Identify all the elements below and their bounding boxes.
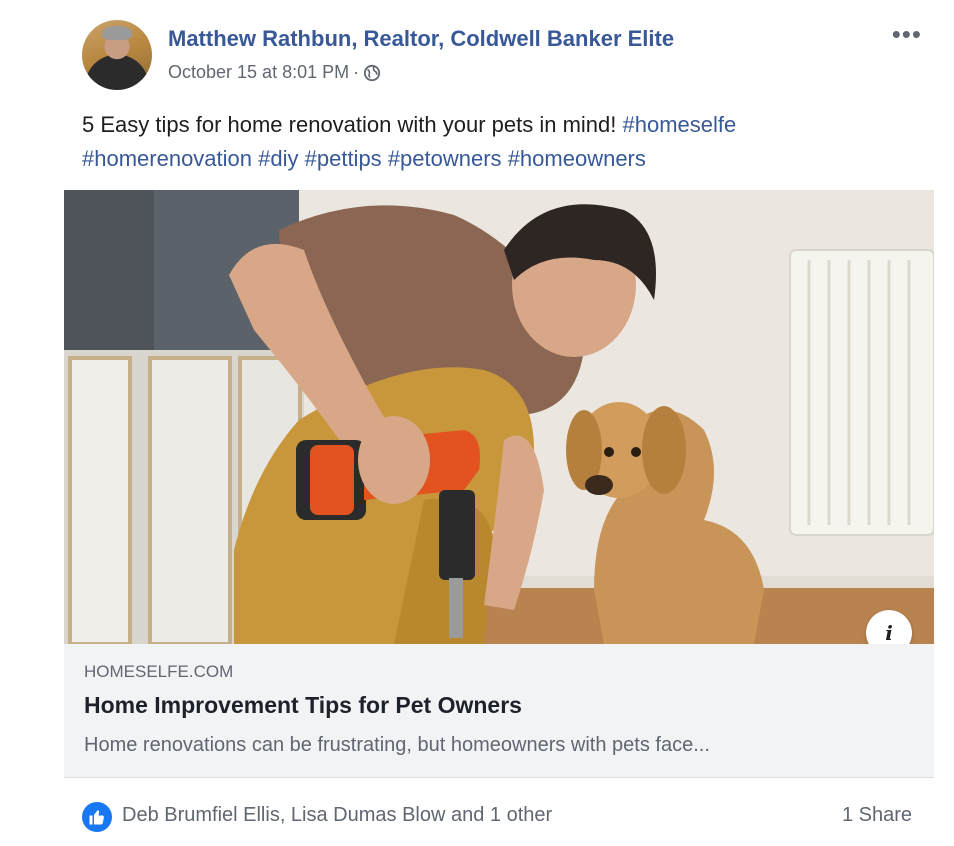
hashtag-diy[interactable]: #diy [258,146,298,171]
link-domain: HOMESELFE.COM [84,662,234,681]
post-footer: Deb Brumfiel Ellis, Lisa Dumas Blow and … [82,800,912,832]
hashtag-petowners[interactable]: #petowners [388,146,502,171]
hashtag-pettips[interactable]: #pettips [305,146,382,171]
post-timestamp[interactable]: October 15 at 8:01 PM [168,62,349,83]
link-title[interactable]: Home Improvement Tips for Pet Owners [84,692,522,719]
hashtag-homeselfe[interactable]: #homeselfe [623,112,737,137]
author-avatar[interactable] [82,20,152,90]
share-count[interactable]: 1 Share [842,804,912,827]
reaction-names[interactable]: Deb Brumfiel Ellis, Lisa Dumas Blow and … [122,804,552,827]
link-preview[interactable]: HOMESELFE.COM Home Improvement Tips for … [64,644,934,778]
hashtag-homerenovation[interactable]: #homerenovation [82,146,252,171]
author-name[interactable]: Matthew Rathbun, Realtor, Coldwell Banke… [168,26,674,52]
more-options-icon[interactable]: ••• [892,21,922,47]
photo-man-drilling-with-dog [64,190,934,644]
hashtag-homeowners[interactable]: #homeowners [508,146,646,171]
facebook-post: Matthew Rathbun, Realtor, Coldwell Banke… [0,0,954,846]
link-description: Home renovations can be frustrating, but… [84,734,710,756]
post-meta: October 15 at 8:01 PM · [168,62,381,83]
globe-icon[interactable] [363,64,381,82]
like-icon[interactable] [82,802,112,832]
link-preview-image[interactable]: i [64,190,934,644]
meta-separator: · [353,62,360,82]
post-text: 5 Easy tips for home renovation with you… [82,108,922,176]
post-header: Matthew Rathbun, Realtor, Coldwell Banke… [82,20,932,92]
post-body-text: 5 Easy tips for home renovation with you… [82,112,617,137]
